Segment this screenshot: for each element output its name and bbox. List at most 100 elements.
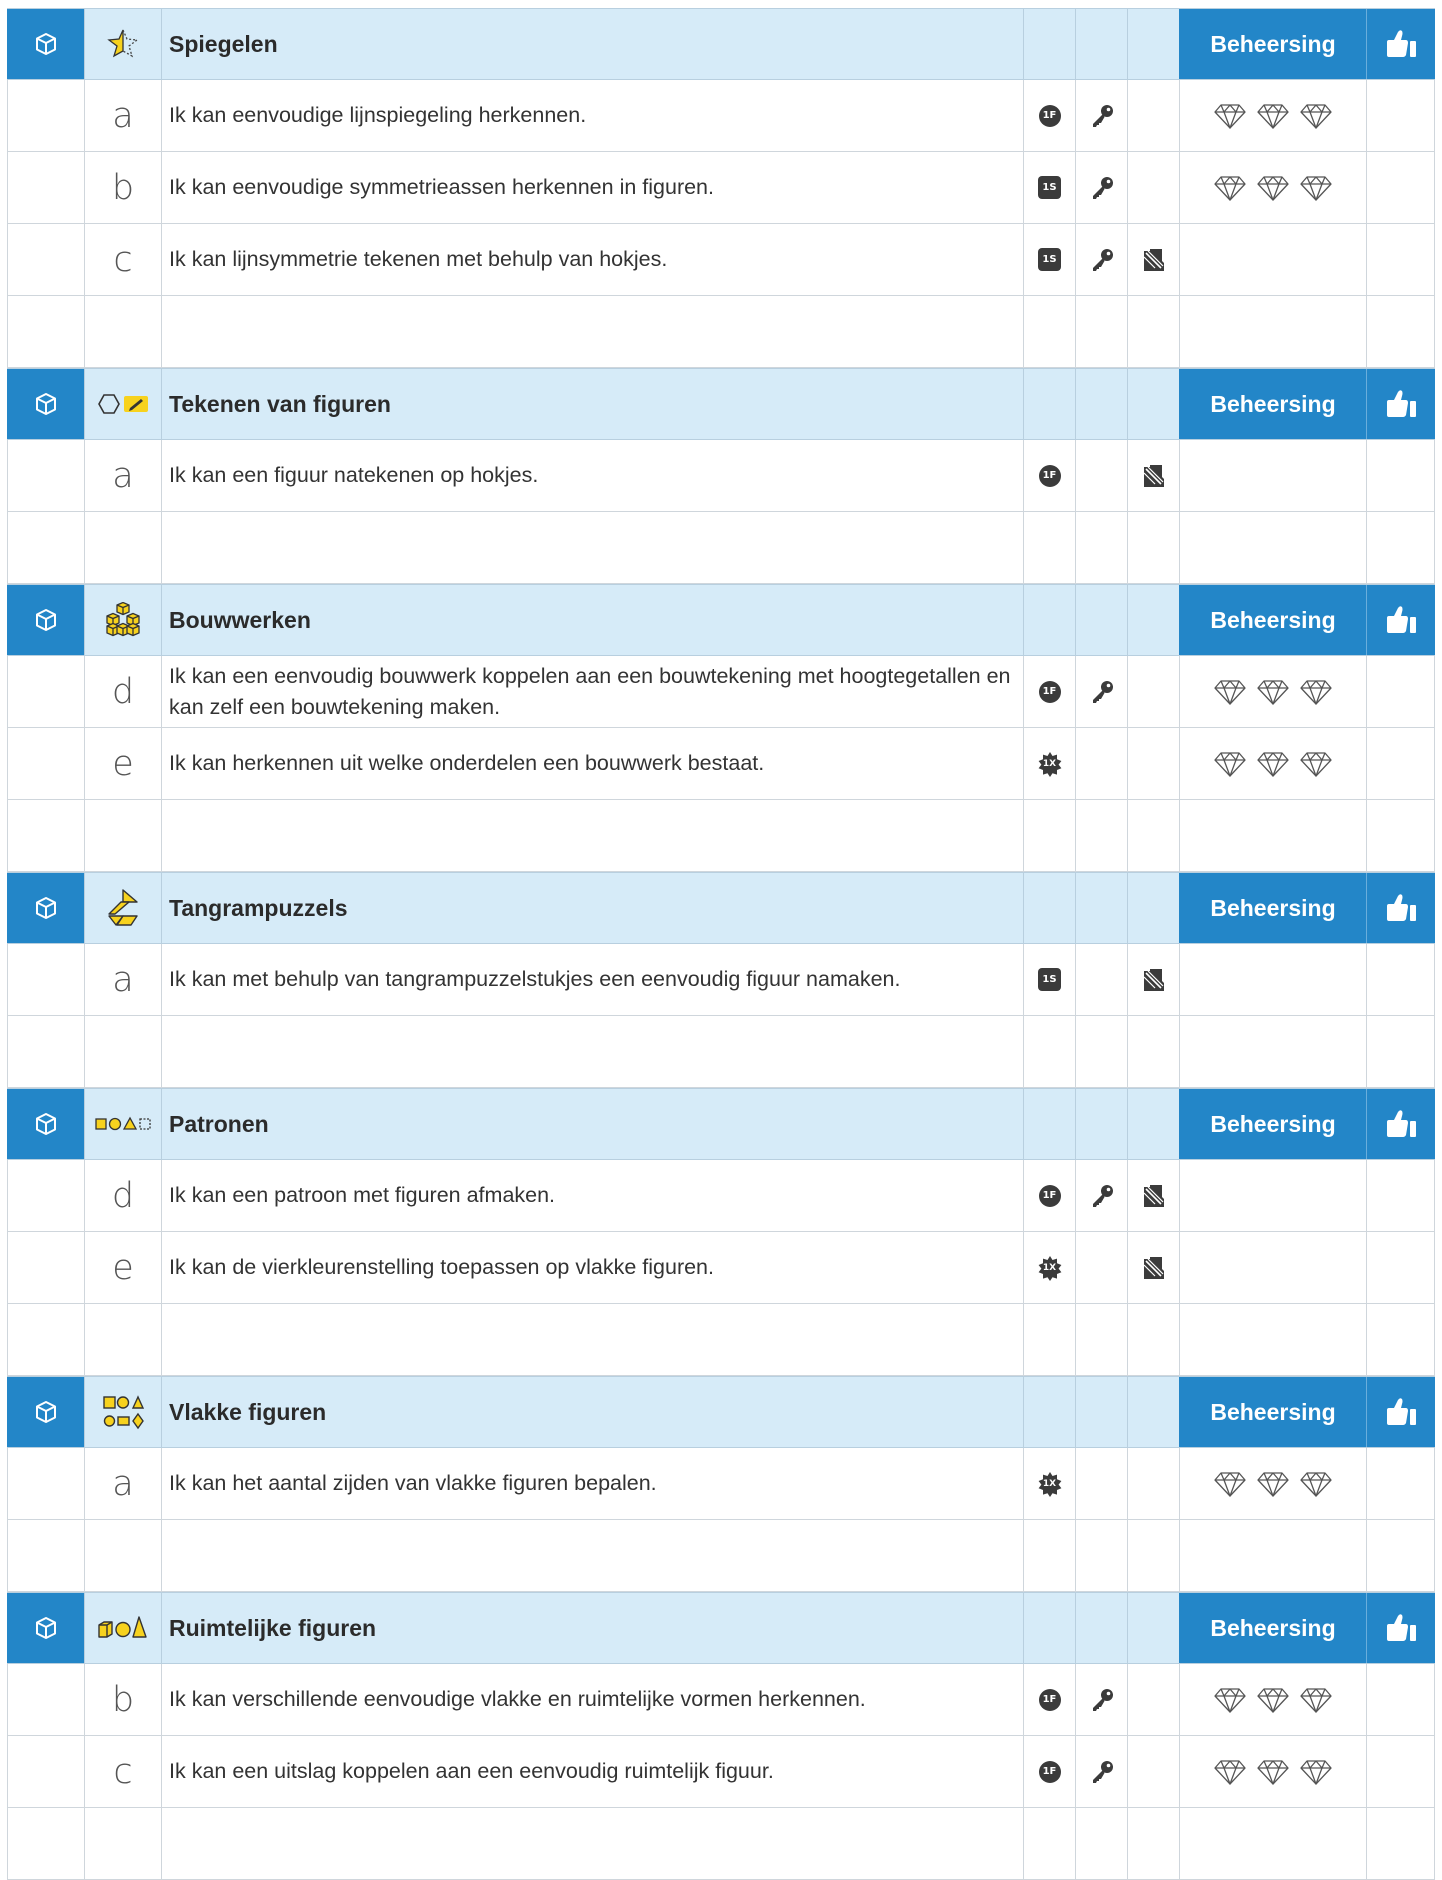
diamond-icon[interactable] (1256, 102, 1290, 130)
diamond-icon[interactable] (1213, 1470, 1247, 1498)
goal-text-cell: Ik kan met behulp van tangrampuzzelstukj… (161, 944, 1023, 1015)
diamond-icon[interactable] (1213, 1686, 1247, 1714)
diamond-icon[interactable] (1299, 102, 1333, 130)
self-assessment-cell[interactable] (1366, 80, 1435, 151)
goal-row: b Ik kan eenvoudige symmetrieassen herken… (7, 152, 1435, 224)
self-assessment-cell[interactable] (1366, 1160, 1435, 1231)
level-badge-star-icon: 1X (1037, 1471, 1063, 1497)
section-title: Tangrampuzzels (169, 894, 348, 921)
thumbs-up-icon (1384, 1108, 1418, 1140)
key-icon (1089, 679, 1115, 705)
exercise-cell (1127, 944, 1179, 1015)
goal-text: Ik kan het aantal zijden van vlakke figu… (169, 1471, 657, 1495)
star-mirror-icon (106, 28, 140, 60)
flat-shapes-icon (101, 1394, 145, 1430)
self-assessment-cell[interactable] (1366, 1232, 1435, 1303)
cube-outline-icon (33, 31, 59, 57)
self-assessment-cell[interactable] (1366, 440, 1435, 511)
level-column-header: Beheersing (1179, 1593, 1366, 1663)
self-assessment-cell[interactable] (1366, 152, 1435, 223)
key-cell (1075, 1160, 1127, 1231)
thumbs-up-icon (1384, 1612, 1418, 1644)
level-badge: 1F (1038, 104, 1061, 127)
level-badge-cell: 1S (1023, 152, 1075, 223)
goal-text-cell: Ik kan een eenvoudig bouwwerk koppelen a… (161, 656, 1023, 727)
goal-text: Ik kan herkennen uit welke onderdelen ee… (169, 751, 765, 775)
goal-row: b Ik kan verschillende eenvoudige vlakke … (7, 1664, 1435, 1736)
goal-row: a Ik kan een figuur natekenen op hokjes. 1… (7, 440, 1435, 512)
goal-letter: a (112, 95, 134, 136)
level-badge: 1F (1038, 1184, 1061, 1207)
diamond-icon[interactable] (1299, 750, 1333, 778)
exercise-cell (1127, 224, 1179, 295)
exercise-cell (1127, 152, 1179, 223)
thumbs-up-icon (1384, 604, 1418, 636)
mastery-cell (1179, 656, 1366, 727)
self-assessment-cell[interactable] (1366, 224, 1435, 295)
diamond-icon[interactable] (1299, 1470, 1333, 1498)
thumbs-up-cell (1366, 1593, 1435, 1663)
cube-outline-icon (33, 1615, 59, 1641)
section-topic-icon-cell (84, 1377, 161, 1447)
level-column-header: Beheersing (1179, 369, 1366, 439)
level-badge-cell: 1F (1023, 80, 1075, 151)
diamond-icon[interactable] (1299, 678, 1333, 706)
diamond-icon[interactable] (1299, 1758, 1333, 1786)
spacer-row (7, 1016, 1435, 1088)
goal-letter-cell: e (84, 1232, 161, 1303)
hexagon-pencil-icon (97, 391, 149, 417)
exercise-book-icon (1141, 967, 1167, 993)
diamond-icon[interactable] (1299, 174, 1333, 202)
diamond-icon[interactable] (1213, 678, 1247, 706)
key-cell (1075, 1736, 1127, 1807)
solid-shapes-icon (96, 1613, 150, 1643)
goal-text: Ik kan de vierkleurenstelling toepassen … (169, 1255, 714, 1279)
diamond-icon[interactable] (1256, 678, 1290, 706)
goal-row: a Ik kan met behulp van tangrampuzzelstuk… (7, 944, 1435, 1016)
goal-text: Ik kan eenvoudige lijnspiegeling herkenn… (169, 103, 587, 127)
level-badge-cell: 1X (1023, 1232, 1075, 1303)
mastery-diamonds (1213, 1758, 1333, 1786)
cube-outline-icon (33, 1399, 59, 1425)
diamond-icon[interactable] (1256, 1758, 1290, 1786)
section-header: Patronen Beheersing (7, 1088, 1435, 1160)
goal-letter: d (111, 1175, 135, 1216)
mastery-cell (1179, 80, 1366, 151)
diamond-icon[interactable] (1213, 102, 1247, 130)
diamond-icon[interactable] (1256, 174, 1290, 202)
self-assessment-cell[interactable] (1366, 1736, 1435, 1807)
section-cube-cell (7, 9, 84, 79)
spacer-row (7, 512, 1435, 584)
diamond-icon[interactable] (1213, 174, 1247, 202)
level-badge: 1F (1038, 1688, 1061, 1711)
goal-text: Ik kan verschillende eenvoudige vlakke e… (169, 1687, 866, 1711)
self-assessment-cell[interactable] (1366, 656, 1435, 727)
goal-text: Ik kan een figuur natekenen op hokjes. (169, 463, 539, 487)
self-assessment-cell[interactable] (1366, 1448, 1435, 1519)
diamond-icon[interactable] (1213, 750, 1247, 778)
self-assessment-cell[interactable] (1366, 944, 1435, 1015)
learning-goals-table: Spiegelen Beheersing a Ik kan eenvoudige li… (7, 8, 1435, 1880)
goal-text-cell: Ik kan herkennen uit welke onderdelen ee… (161, 728, 1023, 799)
section-header: Ruimtelijke figuren Beheersing (7, 1592, 1435, 1664)
diamond-icon[interactable] (1256, 1470, 1290, 1498)
goal-row: d Ik kan een patroon met figuren afmaken.… (7, 1160, 1435, 1232)
mastery-cell (1179, 1664, 1366, 1735)
goal-text-cell: Ik kan verschillende eenvoudige vlakke e… (161, 1664, 1023, 1735)
self-assessment-cell[interactable] (1366, 728, 1435, 799)
goal-letter: a (112, 455, 134, 496)
goal-text-cell: Ik kan een patroon met figuren afmaken. (161, 1160, 1023, 1231)
diamond-icon[interactable] (1256, 750, 1290, 778)
goal-row: a Ik kan het aantal zijden van vlakke fig… (7, 1448, 1435, 1520)
goal-letter-cell: c (84, 1736, 161, 1807)
self-assessment-cell[interactable] (1366, 1664, 1435, 1735)
diamond-icon[interactable] (1213, 1758, 1247, 1786)
exercise-cell (1127, 1232, 1179, 1303)
exercise-cell (1127, 728, 1179, 799)
level-badge-cell: 1F (1023, 1160, 1075, 1231)
cube-outline-icon (33, 895, 59, 921)
goal-letter-cell: d (84, 656, 161, 727)
diamond-icon[interactable] (1299, 1686, 1333, 1714)
diamond-icon[interactable] (1256, 1686, 1290, 1714)
goal-letter-cell: a (84, 944, 161, 1015)
